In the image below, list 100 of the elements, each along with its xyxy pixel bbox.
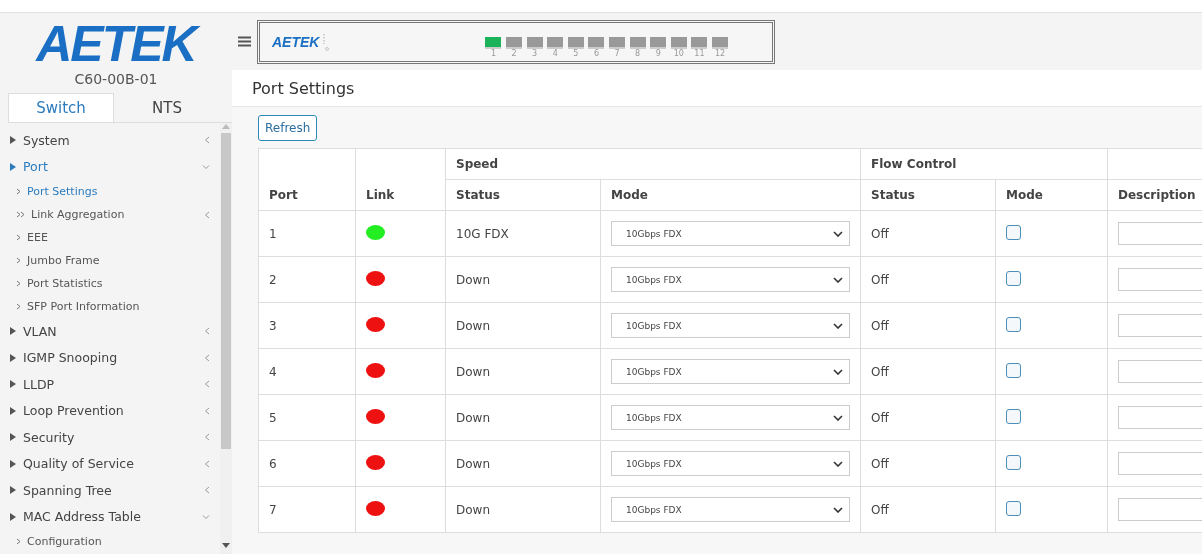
- table-cell: 3: [258, 302, 356, 349]
- submenu-item[interactable]: SFP Port Information: [0, 295, 220, 318]
- checkbox[interactable]: [1006, 224, 1021, 240]
- submenu-item[interactable]: EEE: [0, 226, 220, 249]
- table-cell: Off: [860, 256, 996, 303]
- triangle-icon: [10, 512, 16, 521]
- chevron-right-icon: [16, 257, 21, 264]
- chevron-left-icon: [204, 486, 210, 495]
- table-cell: Down: [445, 440, 601, 487]
- column-header: Status: [445, 179, 601, 211]
- checkbox[interactable]: [1006, 362, 1021, 378]
- chevron-right-icon: [16, 538, 21, 545]
- menu-item[interactable]: System: [0, 127, 220, 154]
- table-cell: Off: [860, 302, 996, 349]
- caret-icon: [833, 322, 843, 329]
- table-cell: 2: [258, 256, 356, 303]
- triangle-icon: [10, 353, 16, 362]
- submenu-item[interactable]: Link Aggregation: [0, 203, 220, 226]
- port-number: 1: [490, 49, 496, 58]
- submenu-item[interactable]: Jumbo Frame: [0, 249, 220, 272]
- port-number: 3: [532, 49, 538, 58]
- tab[interactable]: NTS: [114, 93, 220, 122]
- table-cell: Off: [860, 348, 996, 395]
- table-cell: 10G FDX: [445, 210, 601, 257]
- menu-item[interactable]: Port: [0, 153, 220, 180]
- port-number: 2: [511, 49, 517, 58]
- triangle-icon: [10, 433, 16, 442]
- chevron-left-icon: [204, 459, 210, 468]
- menu-item[interactable]: LLDP: [0, 371, 220, 398]
- chevron-right-icon: [16, 303, 21, 310]
- device-model: C60-00B-01: [74, 71, 158, 87]
- column-header: Status: [860, 179, 996, 211]
- checkbox[interactable]: [1006, 270, 1021, 286]
- port-number: 6: [593, 49, 599, 58]
- mode-dropdown[interactable]: 10Gbps FDX: [611, 359, 850, 384]
- triangle-icon: [10, 162, 16, 171]
- menu-item[interactable]: VLAN: [0, 318, 220, 345]
- caret-icon: [833, 506, 843, 513]
- menu-item[interactable]: Security: [0, 424, 220, 451]
- triangle-icon: [10, 486, 16, 495]
- submenu-item[interactable]: Configuration: [0, 530, 220, 553]
- checkbox[interactable]: [1006, 454, 1021, 470]
- tab[interactable]: Switch: [8, 93, 114, 122]
- mode-dropdown[interactable]: 10Gbps FDX: [611, 313, 850, 338]
- chevron-right-icon: [16, 280, 21, 287]
- port-number: 10: [673, 49, 684, 58]
- table-cell: Off: [860, 210, 996, 257]
- triangle-icon: [10, 136, 16, 145]
- mode-dropdown[interactable]: 10Gbps FDX: [611, 221, 850, 246]
- device-logo: AETEK: [272, 33, 320, 50]
- mode-dropdown[interactable]: 10Gbps FDX: [611, 267, 850, 292]
- chevron-left-icon: [204, 433, 210, 442]
- chevron-left-icon: [204, 210, 210, 219]
- group-header: Flow Control: [860, 148, 1108, 180]
- menu-item[interactable]: IGMP Snooping: [0, 344, 220, 371]
- port-number: 12: [714, 49, 726, 58]
- table-cell: Down: [445, 394, 601, 441]
- chevron-left-icon: [204, 136, 210, 145]
- chevron-down-icon: [202, 513, 210, 520]
- group-header: Speed: [445, 148, 861, 180]
- menu-item[interactable]: Loop Prevention: [0, 397, 220, 424]
- triangle-icon: [10, 406, 16, 415]
- refresh-button[interactable]: Refresh: [258, 115, 318, 141]
- table-cell: Off: [860, 440, 996, 487]
- checkbox[interactable]: [1006, 500, 1021, 516]
- triangle-icon: [10, 380, 16, 389]
- table-cell: Off: [860, 394, 996, 441]
- caret-icon: [833, 276, 843, 283]
- table-cell: Down: [445, 486, 601, 533]
- table-cell: Off: [860, 486, 996, 533]
- menu-item[interactable]: MAC Address Table: [0, 503, 220, 530]
- chevron-left-icon: [204, 327, 210, 336]
- table-cell: 6: [258, 440, 356, 487]
- mode-dropdown[interactable]: 10Gbps FDX: [611, 497, 850, 522]
- scrollbar[interactable]: [220, 123, 232, 554]
- double-chevron-icon: [16, 211, 25, 218]
- chevron-left-icon: [204, 380, 210, 389]
- table-cell: 1: [258, 210, 356, 257]
- port-number: 8: [635, 49, 641, 58]
- mode-dropdown[interactable]: 10Gbps FDX: [611, 405, 850, 430]
- checkbox[interactable]: [1006, 408, 1021, 424]
- submenu-item[interactable]: Port Settings: [0, 180, 220, 203]
- menu-icon[interactable]: [238, 36, 251, 47]
- menu-item[interactable]: Quality of Service: [0, 450, 220, 477]
- caret-icon: [833, 460, 843, 467]
- column-header: Port: [258, 148, 356, 211]
- submenu-item[interactable]: Port Statistics: [0, 272, 220, 295]
- scroll-down-icon[interactable]: [222, 543, 230, 548]
- column-header: Description: [1107, 179, 1202, 211]
- triangle-icon: [10, 327, 16, 336]
- checkbox[interactable]: [1006, 316, 1021, 332]
- chevron-right-icon: [16, 188, 21, 195]
- table-cell: 4: [258, 348, 356, 395]
- menu-item[interactable]: Spanning Tree: [0, 477, 220, 504]
- port-number: 4: [552, 49, 558, 58]
- table-cell: 7: [258, 486, 356, 533]
- port-number: 5: [573, 49, 579, 58]
- chevron-left-icon: [204, 406, 210, 415]
- table-cell: Down: [445, 302, 601, 349]
- mode-dropdown[interactable]: 10Gbps FDX: [611, 451, 850, 476]
